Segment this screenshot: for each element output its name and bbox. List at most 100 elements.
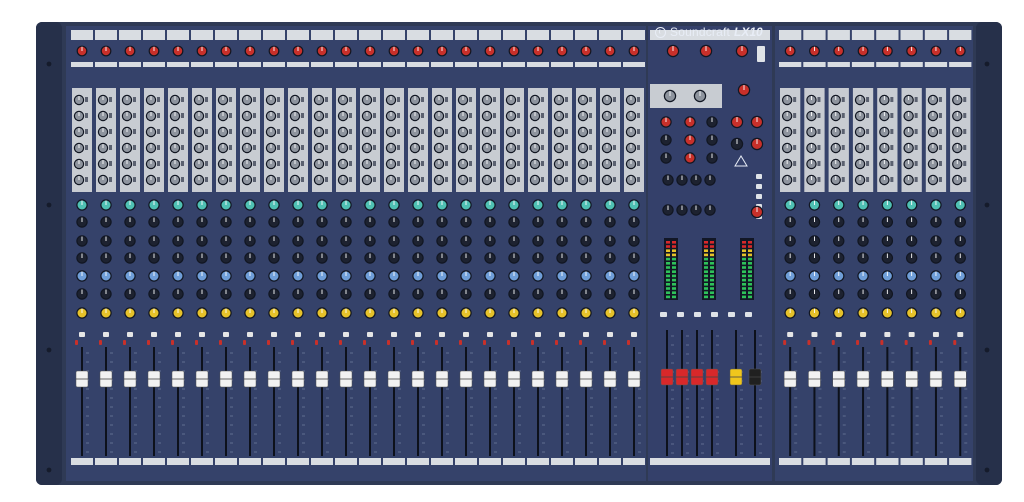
aux-prefade-switch[interactable] xyxy=(325,177,328,182)
eq-freq-knob[interactable] xyxy=(388,235,400,247)
aux-send-knob[interactable] xyxy=(781,126,793,138)
aux-send-knob[interactable] xyxy=(879,174,890,186)
aux-prefade-switch[interactable] xyxy=(301,177,304,182)
aux-send-knob[interactable] xyxy=(121,126,133,138)
aux-prefade-switch[interactable] xyxy=(421,113,424,118)
aux-send-knob[interactable] xyxy=(337,110,349,122)
pan-knob[interactable] xyxy=(905,307,918,319)
aux-prefade-switch[interactable] xyxy=(277,145,280,150)
eq-hi-mid-knob[interactable] xyxy=(100,216,112,228)
monitor-select-knob[interactable] xyxy=(693,89,707,103)
peak-led[interactable] xyxy=(435,340,438,345)
eq-hi-mid-knob[interactable] xyxy=(364,216,376,228)
mute-button[interactable] xyxy=(559,332,565,337)
aux-prefade-switch[interactable] xyxy=(793,113,797,118)
eq-hi-knob[interactable] xyxy=(412,199,424,211)
eq-lo-knob[interactable] xyxy=(881,270,894,282)
aux-send-knob[interactable] xyxy=(879,94,890,106)
aux-prefade-switch[interactable] xyxy=(397,129,400,134)
aux-send-knob[interactable] xyxy=(781,94,793,106)
eq-hi-knob[interactable] xyxy=(340,199,352,211)
eq-freq-knob[interactable] xyxy=(76,235,88,247)
eq-freq-knob[interactable] xyxy=(508,235,520,247)
aux-prefade-switch[interactable] xyxy=(890,113,894,118)
aux-prefade-switch[interactable] xyxy=(914,145,918,150)
aux-prefade-switch[interactable] xyxy=(890,97,894,102)
eq-hi-knob[interactable] xyxy=(954,199,966,211)
mute-button[interactable] xyxy=(175,332,181,337)
aux-prefade-switch[interactable] xyxy=(397,161,400,166)
eq-freq-knob[interactable] xyxy=(628,235,640,247)
aux-master-knob[interactable] xyxy=(684,152,696,164)
aux-send-knob[interactable] xyxy=(927,94,939,106)
eq-lo-knob[interactable] xyxy=(808,270,821,282)
aux-send-knob[interactable] xyxy=(830,110,841,122)
aux-prefade-switch[interactable] xyxy=(493,97,496,102)
eq-lo-knob[interactable] xyxy=(784,270,796,282)
aux-prefade-switch[interactable] xyxy=(157,129,160,134)
peak-led[interactable] xyxy=(243,340,246,345)
eq-lo-knob[interactable] xyxy=(340,270,352,282)
aux-prefade-switch[interactable] xyxy=(866,145,870,150)
mute-button[interactable] xyxy=(835,332,842,337)
eq-hi-mid-knob[interactable] xyxy=(905,216,918,228)
aux-send-knob[interactable] xyxy=(830,126,841,138)
peak-led[interactable] xyxy=(123,340,126,345)
eq-hi-mid-knob[interactable] xyxy=(784,216,796,228)
aux-prefade-switch[interactable] xyxy=(938,113,942,118)
aux-send-knob[interactable] xyxy=(577,126,589,138)
master-mix-button[interactable] xyxy=(745,312,752,317)
eq-hi-mid-knob[interactable] xyxy=(220,216,232,228)
eq-lo-mid-knob[interactable] xyxy=(628,252,640,264)
eq-freq-knob[interactable] xyxy=(954,235,966,247)
aux-send-knob[interactable] xyxy=(169,174,181,186)
aux-send-knob[interactable] xyxy=(121,142,133,154)
eq-freq-knob[interactable] xyxy=(460,235,472,247)
mute-button[interactable] xyxy=(343,332,349,337)
eq-lo-knob[interactable] xyxy=(148,270,160,282)
aux-send-knob[interactable] xyxy=(241,174,253,186)
eq-lo-mid-knob[interactable] xyxy=(220,252,232,264)
eq-freq-knob[interactable] xyxy=(124,235,136,247)
aux-send-knob[interactable] xyxy=(601,174,613,186)
aux-prefade-switch[interactable] xyxy=(613,177,616,182)
aux-send-knob[interactable] xyxy=(241,110,253,122)
aux-prefade-switch[interactable] xyxy=(963,145,967,150)
pan-knob[interactable] xyxy=(604,307,616,319)
aux-send-knob[interactable] xyxy=(854,126,866,138)
aux-prefade-switch[interactable] xyxy=(421,129,424,134)
eq-lo-mid-knob[interactable] xyxy=(881,252,894,264)
aux-send-knob[interactable] xyxy=(241,126,253,138)
aux-send-knob[interactable] xyxy=(601,110,613,122)
gain-knob[interactable] xyxy=(388,45,400,57)
eq-lo-knob[interactable] xyxy=(508,270,520,282)
aux-prefade-switch[interactable] xyxy=(109,113,112,118)
gain-knob[interactable] xyxy=(784,45,796,57)
aux-send-knob[interactable] xyxy=(385,158,397,170)
aux-send-knob[interactable] xyxy=(781,158,793,170)
aux-prefade-switch[interactable] xyxy=(85,177,88,182)
aux-send-knob[interactable] xyxy=(903,174,914,186)
aux-send-knob[interactable] xyxy=(927,110,939,122)
aux-send-knob[interactable] xyxy=(806,142,817,154)
gain-knob[interactable] xyxy=(148,45,160,57)
aux-prefade-switch[interactable] xyxy=(890,161,894,166)
fx-send-knob[interactable] xyxy=(750,205,764,219)
peak-led[interactable] xyxy=(627,340,630,345)
aux-prefade-switch[interactable] xyxy=(637,161,640,166)
eq-lo-knob[interactable] xyxy=(460,270,472,282)
aux-prefade-switch[interactable] xyxy=(565,97,568,102)
aux-send-knob[interactable] xyxy=(73,158,85,170)
eq-gain-knob[interactable] xyxy=(484,288,496,300)
eq-lo-knob[interactable] xyxy=(905,270,918,282)
peak-led[interactable] xyxy=(831,340,835,345)
mute-button[interactable] xyxy=(391,332,397,337)
aux-prefade-switch[interactable] xyxy=(938,177,942,182)
peak-led[interactable] xyxy=(75,340,78,345)
peak-led[interactable] xyxy=(195,340,198,345)
eq-lo-mid-knob[interactable] xyxy=(148,252,160,264)
eq-lo-mid-knob[interactable] xyxy=(857,252,869,264)
aux-send-knob[interactable] xyxy=(313,174,325,186)
aux-send-knob[interactable] xyxy=(265,126,277,138)
eq-hi-knob[interactable] xyxy=(388,199,400,211)
